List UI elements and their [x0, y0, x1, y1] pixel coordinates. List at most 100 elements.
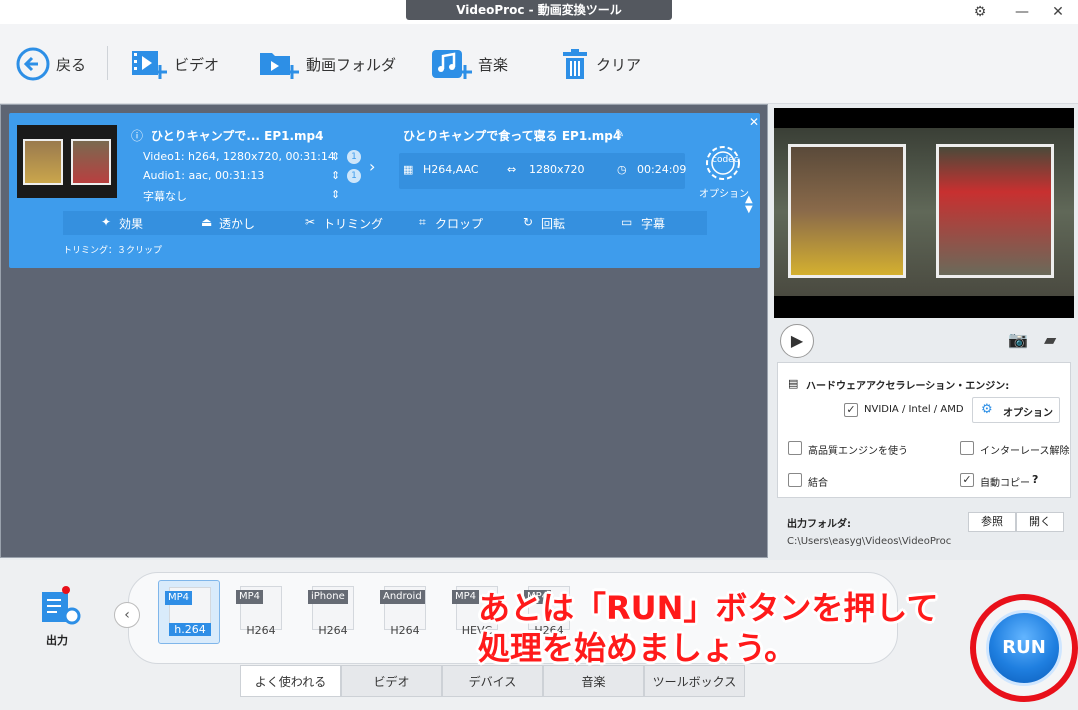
- scissors-icon[interactable]: ✂: [305, 215, 315, 229]
- select-arrows-icon[interactable]: ⇕: [331, 150, 340, 163]
- output-path: C:\Users\easyg\Videos\VideoProc: [787, 536, 952, 547]
- format-tag: MP4: [452, 590, 480, 604]
- annotation-line-2: 処理を始めましょう。: [478, 629, 797, 667]
- format-tag: MP4: [236, 590, 264, 604]
- trim-button[interactable]: トリミング: [323, 215, 383, 232]
- merge-checkbox[interactable]: [788, 473, 802, 487]
- hw-option-button[interactable]: ⚙ オプション: [972, 397, 1060, 423]
- film-plus-icon: [132, 51, 167, 79]
- category-tabs: よく使われる ビデオ デバイス 音楽 ツールボックス: [240, 665, 746, 697]
- select-arrows-icon[interactable]: ⇕: [331, 169, 340, 182]
- nvidia-checkbox[interactable]: ✓: [844, 403, 858, 417]
- scroll-left-button[interactable]: ‹: [114, 602, 140, 628]
- effect-button[interactable]: 効果: [119, 215, 143, 232]
- video-track-select[interactable]: Video1: h264, 1280x720, 00:31:14: [143, 150, 335, 163]
- tab-popular[interactable]: よく使われる: [240, 665, 341, 697]
- tab-toolbox[interactable]: ツールボックス: [644, 665, 745, 697]
- video-preview[interactable]: [774, 108, 1074, 318]
- subtitle-select[interactable]: 字幕なし: [143, 188, 187, 204]
- watermark-button[interactable]: 透かし: [219, 215, 255, 232]
- output-resolution: 1280x720: [529, 163, 585, 176]
- merge-label: 結合: [808, 478, 828, 489]
- subtitle-button[interactable]: 字幕: [641, 215, 665, 232]
- open-folder-icon[interactable]: ▰: [1044, 330, 1056, 349]
- audio-track-select[interactable]: Audio1: aac, 00:31:13: [143, 169, 264, 182]
- format-iphone[interactable]: iPhone H264: [302, 580, 364, 644]
- pencil-icon[interactable]: ✎: [615, 127, 624, 140]
- auto-copy-label: 自動コピー: [980, 478, 1030, 489]
- trash-icon: [563, 49, 587, 79]
- reorder-arrows-icon[interactable]: ▲ ▼: [745, 195, 753, 215]
- codec-option-button[interactable]: codec: [703, 143, 743, 183]
- folder-label: 動画フォルダ: [306, 55, 397, 74]
- add-folder-button[interactable]: 動画フォルダ: [258, 44, 396, 84]
- format-tag: Android: [380, 590, 425, 604]
- convert-arrow-icon: ›: [369, 157, 376, 176]
- nvidia-label: NVIDIA / Intel / AMD: [864, 404, 964, 415]
- open-folder-button[interactable]: 開く: [1016, 512, 1064, 532]
- document-gear-icon: [42, 592, 81, 625]
- output-filename[interactable]: ひとりキャンプで食って寝る EP1.mp4: [403, 127, 621, 144]
- instruction-annotation: あとは「RUN」ボタンを押して 処理を始めましょう。: [478, 588, 938, 668]
- film-icon: ▦: [403, 163, 414, 176]
- deinterlace-label: インターレース解除: [980, 446, 1070, 457]
- video-item-card[interactable]: ⓘ ひとりキャンプで... EP1.mp4 Video1: h264, 1280…: [9, 113, 760, 268]
- play-icon[interactable]: ▶: [780, 324, 814, 358]
- browse-button[interactable]: 参照: [968, 512, 1016, 532]
- gear-icon[interactable]: ⚙: [970, 2, 990, 22]
- stamp-icon[interactable]: ⏏: [201, 215, 212, 229]
- minimize-button[interactable]: —: [1012, 2, 1032, 22]
- chip-icon: ▤: [788, 377, 799, 390]
- toolbar: 戻る ビデオ 動画フォルダ 音楽 クリア: [0, 24, 1078, 104]
- rotate-button[interactable]: 回転: [541, 215, 565, 232]
- camera-icon[interactable]: 📷: [1008, 330, 1028, 349]
- playback-controls: ▶ 📷 ▰: [774, 322, 1074, 358]
- crop-button[interactable]: クロップ: [435, 215, 483, 232]
- crop-icon[interactable]: ⌗: [419, 215, 426, 230]
- codec-label: codec: [712, 155, 739, 165]
- format-codec: H264: [246, 624, 276, 637]
- deinterlace-checkbox[interactable]: [960, 441, 974, 455]
- source-filename: ひとりキャンプで... EP1.mp4: [151, 129, 324, 143]
- select-arrows-icon[interactable]: ⇕: [331, 188, 340, 201]
- wand-icon[interactable]: ✦: [101, 215, 111, 229]
- add-video-button[interactable]: ビデオ: [130, 44, 219, 84]
- tab-device[interactable]: デバイス: [442, 665, 543, 697]
- info-icon[interactable]: ⓘ: [131, 127, 143, 144]
- output-settings-icon[interactable]: [40, 586, 81, 626]
- high-quality-label: 高品質エンジンを使う: [808, 446, 908, 457]
- output-label: 出力: [46, 634, 68, 647]
- close-button[interactable]: ✕: [1048, 2, 1068, 22]
- video-thumbnail[interactable]: [17, 125, 117, 198]
- clear-label: クリア: [596, 55, 642, 74]
- format-mp4-h264[interactable]: MP4 h.264: [158, 580, 220, 644]
- format-mp4-h264-alt[interactable]: MP4 H264: [230, 580, 292, 644]
- back-label: 戻る: [56, 55, 87, 74]
- window-title: VideoProc - 動画変換ツール: [406, 0, 672, 20]
- auto-copy-checkbox[interactable]: ✓: [960, 473, 974, 487]
- clear-button[interactable]: クリア: [560, 44, 641, 84]
- subtitle-icon[interactable]: ▭: [621, 215, 632, 229]
- tab-video[interactable]: ビデオ: [341, 665, 442, 697]
- clock-icon: ◷: [617, 163, 627, 176]
- title-bar: VideoProc - 動画変換ツール ⚙ — ✕: [0, 0, 1078, 24]
- format-android[interactable]: Android H264: [374, 580, 436, 644]
- tab-music[interactable]: 音楽: [543, 665, 644, 697]
- audio-track-count: 1: [347, 169, 361, 183]
- toolbar-divider: [107, 46, 108, 80]
- output-info-box: ▦ H264,AAC ⇔ 1280x720 ◷ 00:24:09: [399, 153, 687, 189]
- hw-accel-label: ハードウェアアクセラレーション・エンジン:: [806, 381, 1010, 392]
- back-button[interactable]: 戻る: [16, 44, 86, 84]
- help-icon[interactable]: ?: [1032, 473, 1038, 486]
- output-duration: 00:24:09: [637, 163, 687, 176]
- high-quality-checkbox[interactable]: [788, 441, 802, 455]
- annotation-line-1: あとは「RUN」ボタンを押して: [478, 589, 939, 627]
- resolution-icon: ⇔: [507, 163, 517, 176]
- hw-option-label: オプション: [1003, 408, 1053, 419]
- back-arrow-icon: [16, 47, 50, 81]
- run-button[interactable]: RUN: [986, 610, 1062, 686]
- option-label[interactable]: オプション: [699, 185, 749, 200]
- add-music-button[interactable]: 音楽: [430, 44, 508, 84]
- remove-item-icon[interactable]: ✕: [749, 115, 759, 129]
- rotate-icon[interactable]: ↻: [523, 215, 533, 229]
